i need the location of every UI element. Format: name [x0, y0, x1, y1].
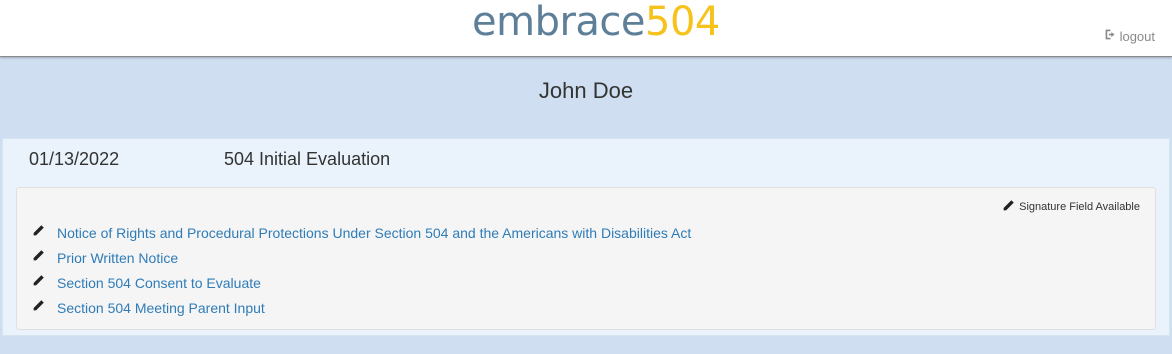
- form-link-prior-written-notice[interactable]: Prior Written Notice: [57, 250, 178, 266]
- forms-list: Notice of Rights and Procedural Protecti…: [32, 220, 691, 320]
- evaluation-type: 504 Initial Evaluation: [224, 149, 391, 169]
- evaluation-panel: 01/13/2022 504 Initial Evaluation Signat…: [2, 138, 1170, 336]
- list-item: Section 504 Consent to Evaluate: [32, 270, 691, 295]
- pencil-icon: [32, 274, 57, 292]
- pencil-icon: [32, 224, 57, 242]
- signature-field-note: Signature Field Available: [1002, 199, 1140, 215]
- list-item: Prior Written Notice: [32, 245, 691, 270]
- student-name: John Doe: [538, 78, 634, 103]
- pencil-icon: [32, 299, 57, 317]
- logout-button[interactable]: logout: [1104, 28, 1155, 44]
- list-item: Section 504 Meeting Parent Input: [32, 295, 691, 320]
- forms-box: Signature Field Available Notice of Righ…: [16, 187, 1156, 330]
- pencil-icon: [32, 249, 57, 267]
- top-header: embrace504 logout: [0, 0, 1172, 57]
- pencil-icon: [1002, 199, 1015, 215]
- signature-note-label: Signature Field Available: [1019, 201, 1140, 213]
- form-link-meeting-parent-input[interactable]: Section 504 Meeting Parent Input: [57, 300, 265, 316]
- embrace504-logo[interactable]: embrace504: [472, 2, 720, 42]
- form-link-consent-to-evaluate[interactable]: Section 504 Consent to Evaluate: [57, 275, 261, 291]
- list-item: Notice of Rights and Procedural Protecti…: [32, 220, 691, 245]
- form-link-notice-of-rights[interactable]: Notice of Rights and Procedural Protecti…: [57, 225, 691, 241]
- logo-number: 504: [645, 0, 720, 45]
- logout-icon: [1104, 28, 1117, 44]
- evaluation-date: 01/13/2022: [29, 149, 120, 169]
- logo-word: embrace: [472, 0, 646, 45]
- logout-label: logout: [1119, 28, 1155, 44]
